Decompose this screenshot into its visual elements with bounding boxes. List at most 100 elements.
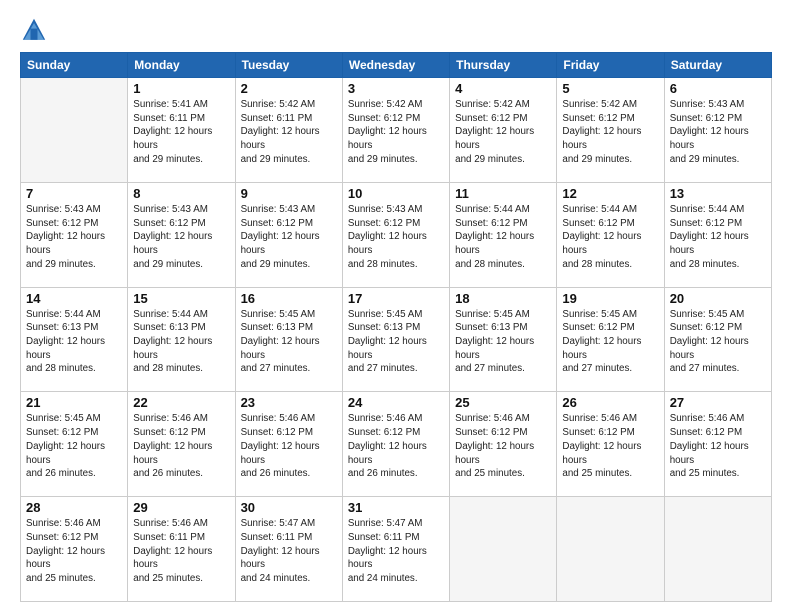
day-number: 14	[26, 291, 122, 306]
calendar-week-row: 14 Sunrise: 5:44 AMSunset: 6:13 PMDayligh…	[21, 287, 772, 392]
day-info: Sunrise: 5:46 AMSunset: 6:12 PMDaylight:…	[670, 412, 766, 481]
day-info: Sunrise: 5:46 AMSunset: 6:12 PMDaylight:…	[26, 517, 122, 586]
day-info: Sunrise: 5:45 AMSunset: 6:13 PMDaylight:…	[241, 308, 337, 377]
calendar-cell	[21, 78, 128, 183]
day-number: 17	[348, 291, 444, 306]
column-header-saturday: Saturday	[664, 53, 771, 78]
day-number: 24	[348, 395, 444, 410]
day-info: Sunrise: 5:41 AMSunset: 6:11 PMDaylight:…	[133, 98, 229, 167]
calendar-cell: 25 Sunrise: 5:46 AMSunset: 6:12 PMDayligh…	[450, 392, 557, 497]
calendar-cell: 29 Sunrise: 5:46 AMSunset: 6:11 PMDayligh…	[128, 497, 235, 602]
day-number: 29	[133, 500, 229, 515]
calendar-cell: 6Sunrise: 5:43 AMSunset: 6:12 PMDaylight…	[664, 78, 771, 183]
calendar-cell: 30 Sunrise: 5:47 AMSunset: 6:11 PMDayligh…	[235, 497, 342, 602]
calendar-week-row: 28 Sunrise: 5:46 AMSunset: 6:12 PMDayligh…	[21, 497, 772, 602]
calendar-header-row: SundayMondayTuesdayWednesdayThursdayFrid…	[21, 53, 772, 78]
calendar-cell: 24Sunrise: 5:46 AMSunset: 6:12 PMDayligh…	[342, 392, 449, 497]
day-number: 12	[562, 186, 658, 201]
day-info: Sunrise: 5:43 AMSunset: 6:12 PMDaylight:…	[133, 203, 229, 272]
calendar-cell	[664, 497, 771, 602]
calendar-week-row: 1Sunrise: 5:41 AMSunset: 6:11 PMDaylight…	[21, 78, 772, 183]
day-info: Sunrise: 5:43 AMSunset: 6:12 PMDaylight:…	[348, 203, 444, 272]
calendar-cell: 2 Sunrise: 5:42 AMSunset: 6:11 PMDaylight…	[235, 78, 342, 183]
calendar-cell: 9 Sunrise: 5:43 AMSunset: 6:12 PMDaylight…	[235, 182, 342, 287]
day-info: Sunrise: 5:42 AMSunset: 6:11 PMDaylight:…	[241, 98, 337, 167]
day-number: 19	[562, 291, 658, 306]
day-number: 11	[455, 186, 551, 201]
day-info: Sunrise: 5:47 AMSunset: 6:11 PMDaylight:…	[241, 517, 337, 586]
day-info: Sunrise: 5:45 AMSunset: 6:13 PMDaylight:…	[348, 308, 444, 377]
day-number: 10	[348, 186, 444, 201]
day-info: Sunrise: 5:44 AMSunset: 6:13 PMDaylight:…	[26, 308, 122, 377]
day-info: Sunrise: 5:43 AMSunset: 6:12 PMDaylight:…	[241, 203, 337, 272]
day-number: 8	[133, 186, 229, 201]
column-header-thursday: Thursday	[450, 53, 557, 78]
calendar-cell: 10 Sunrise: 5:43 AMSunset: 6:12 PMDayligh…	[342, 182, 449, 287]
calendar-cell: 15 Sunrise: 5:44 AMSunset: 6:13 PMDayligh…	[128, 287, 235, 392]
calendar-cell: 5 Sunrise: 5:42 AMSunset: 6:12 PMDaylight…	[557, 78, 664, 183]
calendar-cell: 20Sunrise: 5:45 AMSunset: 6:12 PMDayligh…	[664, 287, 771, 392]
calendar-cell: 13 Sunrise: 5:44 AMSunset: 6:12 PMDayligh…	[664, 182, 771, 287]
day-number: 25	[455, 395, 551, 410]
calendar-cell: 14 Sunrise: 5:44 AMSunset: 6:13 PMDayligh…	[21, 287, 128, 392]
calendar-cell: 22Sunrise: 5:46 AMSunset: 6:12 PMDayligh…	[128, 392, 235, 497]
calendar-cell: 3 Sunrise: 5:42 AMSunset: 6:12 PMDaylight…	[342, 78, 449, 183]
calendar-cell: 18 Sunrise: 5:45 AMSunset: 6:13 PMDayligh…	[450, 287, 557, 392]
calendar-cell: 28 Sunrise: 5:46 AMSunset: 6:12 PMDayligh…	[21, 497, 128, 602]
calendar-cell	[450, 497, 557, 602]
page: SundayMondayTuesdayWednesdayThursdayFrid…	[0, 0, 792, 612]
day-info: Sunrise: 5:46 AMSunset: 6:12 PMDaylight:…	[455, 412, 551, 481]
day-info: Sunrise: 5:44 AMSunset: 6:12 PMDaylight:…	[670, 203, 766, 272]
day-info: Sunrise: 5:45 AMSunset: 6:12 PMDaylight:…	[562, 308, 658, 377]
day-number: 2	[241, 81, 337, 96]
calendar-cell: 27 Sunrise: 5:46 AMSunset: 6:12 PMDayligh…	[664, 392, 771, 497]
calendar-cell: 26Sunrise: 5:46 AMSunset: 6:12 PMDayligh…	[557, 392, 664, 497]
day-number: 30	[241, 500, 337, 515]
day-number: 27	[670, 395, 766, 410]
day-info: Sunrise: 5:47 AMSunset: 6:11 PMDaylight:…	[348, 517, 444, 586]
calendar-cell: 19 Sunrise: 5:45 AMSunset: 6:12 PMDayligh…	[557, 287, 664, 392]
calendar-cell: 7Sunrise: 5:43 AMSunset: 6:12 PMDaylight…	[21, 182, 128, 287]
day-number: 16	[241, 291, 337, 306]
day-info: Sunrise: 5:46 AMSunset: 6:12 PMDaylight:…	[562, 412, 658, 481]
calendar-cell: 8 Sunrise: 5:43 AMSunset: 6:12 PMDaylight…	[128, 182, 235, 287]
logo	[20, 16, 52, 44]
day-info: Sunrise: 5:43 AMSunset: 6:12 PMDaylight:…	[26, 203, 122, 272]
day-info: Sunrise: 5:46 AMSunset: 6:12 PMDaylight:…	[133, 412, 229, 481]
calendar-cell: 12 Sunrise: 5:44 AMSunset: 6:12 PMDayligh…	[557, 182, 664, 287]
day-info: Sunrise: 5:46 AMSunset: 6:12 PMDaylight:…	[241, 412, 337, 481]
day-info: Sunrise: 5:42 AMSunset: 6:12 PMDaylight:…	[348, 98, 444, 167]
day-number: 9	[241, 186, 337, 201]
calendar-week-row: 21 Sunrise: 5:45 AMSunset: 6:12 PMDayligh…	[21, 392, 772, 497]
calendar-cell	[557, 497, 664, 602]
day-number: 4	[455, 81, 551, 96]
day-info: Sunrise: 5:44 AMSunset: 6:12 PMDaylight:…	[455, 203, 551, 272]
day-info: Sunrise: 5:44 AMSunset: 6:12 PMDaylight:…	[562, 203, 658, 272]
day-info: Sunrise: 5:42 AMSunset: 6:12 PMDaylight:…	[455, 98, 551, 167]
calendar-cell: 31 Sunrise: 5:47 AMSunset: 6:11 PMDayligh…	[342, 497, 449, 602]
day-info: Sunrise: 5:45 AMSunset: 6:12 PMDaylight:…	[26, 412, 122, 481]
day-number: 3	[348, 81, 444, 96]
day-info: Sunrise: 5:46 AMSunset: 6:11 PMDaylight:…	[133, 517, 229, 586]
day-number: 31	[348, 500, 444, 515]
day-number: 13	[670, 186, 766, 201]
day-info: Sunrise: 5:45 AMSunset: 6:13 PMDaylight:…	[455, 308, 551, 377]
calendar-cell: 1Sunrise: 5:41 AMSunset: 6:11 PMDaylight…	[128, 78, 235, 183]
day-number: 5	[562, 81, 658, 96]
calendar: SundayMondayTuesdayWednesdayThursdayFrid…	[20, 52, 772, 602]
day-number: 28	[26, 500, 122, 515]
calendar-cell: 17 Sunrise: 5:45 AMSunset: 6:13 PMDayligh…	[342, 287, 449, 392]
column-header-tuesday: Tuesday	[235, 53, 342, 78]
calendar-cell: 16 Sunrise: 5:45 AMSunset: 6:13 PMDayligh…	[235, 287, 342, 392]
day-info: Sunrise: 5:44 AMSunset: 6:13 PMDaylight:…	[133, 308, 229, 377]
day-number: 18	[455, 291, 551, 306]
day-number: 15	[133, 291, 229, 306]
day-info: Sunrise: 5:43 AMSunset: 6:12 PMDaylight:…	[670, 98, 766, 167]
calendar-cell: 4 Sunrise: 5:42 AMSunset: 6:12 PMDaylight…	[450, 78, 557, 183]
calendar-cell: 21 Sunrise: 5:45 AMSunset: 6:12 PMDayligh…	[21, 392, 128, 497]
day-number: 21	[26, 395, 122, 410]
logo-icon	[20, 16, 48, 44]
column-header-wednesday: Wednesday	[342, 53, 449, 78]
day-number: 23	[241, 395, 337, 410]
day-info: Sunrise: 5:42 AMSunset: 6:12 PMDaylight:…	[562, 98, 658, 167]
